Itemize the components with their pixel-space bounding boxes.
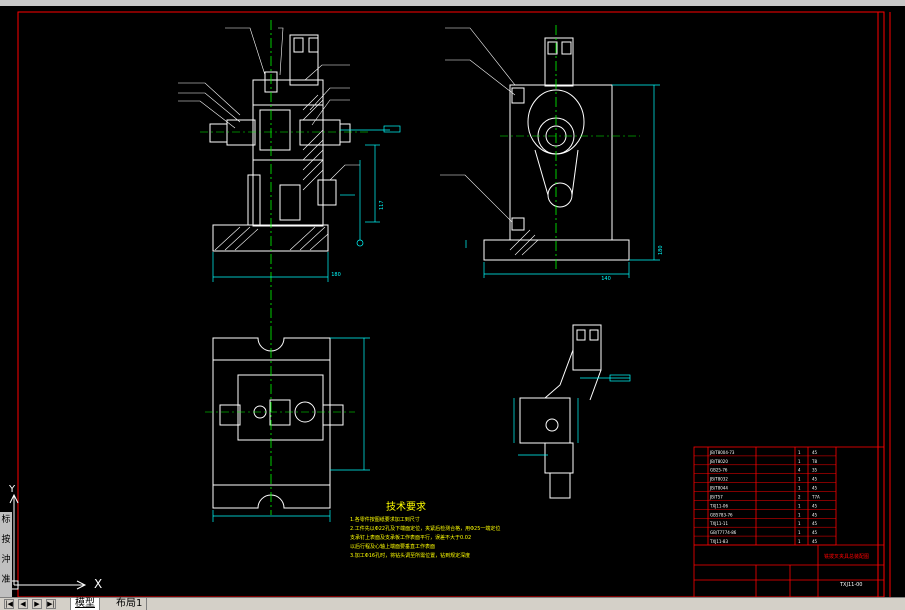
left-tool-3[interactable]: 沖	[1, 554, 11, 566]
drawing-code: TXJ11-00	[839, 582, 862, 588]
title-block-cell: 1	[798, 530, 801, 535]
title-block-cell: T7A	[811, 494, 820, 499]
dim-side-width: 140	[601, 276, 611, 282]
title-block-cell: TXJ11-83	[709, 539, 728, 544]
title-block-cell: 1	[798, 512, 801, 517]
tech-line-4: 以后行程及心轴上端面要垂直工作表面	[350, 543, 435, 550]
ucs-icon	[9, 493, 87, 590]
tech-line-3: 支承钉上表面及支承板工作表面平行，误差不大于0.02	[350, 534, 471, 541]
side-view	[483, 37, 630, 261]
layout-tab-bar: |◀ ◀ ▶ ▶| 模型 布局1	[0, 597, 905, 610]
title-block-cell: 45	[812, 539, 818, 544]
side-dimensions	[465, 84, 660, 278]
title-block-cell: 4	[798, 468, 801, 473]
title-block-cell: 1	[798, 539, 801, 544]
dim-front-width: 180	[331, 272, 341, 278]
nav-first-button[interactable]: |◀	[4, 599, 14, 609]
nav-prev-button[interactable]: ◀	[18, 599, 28, 609]
title-block-cell: 45	[812, 450, 818, 455]
title-block-cell: GB/T7774-86	[710, 530, 737, 535]
front-view	[209, 34, 351, 252]
title-block-cell: GB5783-76	[710, 512, 733, 517]
ucs-y-label: Y	[8, 484, 16, 495]
drawing-title: 铣拨叉夹具总装配图	[824, 553, 869, 560]
front-leaders	[178, 27, 360, 181]
nav-last-button[interactable]: ▶|	[46, 599, 56, 609]
title-block-cell: 45	[812, 530, 818, 535]
tech-line-1: 1.各零件按图纸要求加工到尺寸	[350, 516, 420, 523]
tech-line-2: 2.工件先以Φ22孔及下端面定位，夹紧后检测合格，用Φ25一端定位	[350, 525, 500, 532]
title-block-cell: 45	[812, 486, 818, 491]
title-block-cell: TXJ11-11	[709, 521, 728, 526]
title-block-cell: 45	[812, 503, 818, 508]
ucs-x-label: X	[94, 577, 102, 591]
tech-requirements-heading: 技术要求	[386, 500, 426, 513]
title-block-cell: 2	[798, 494, 801, 499]
left-tool-1[interactable]: 标	[1, 514, 11, 526]
left-toolbar: 标 按 沖 准	[0, 512, 12, 597]
tab-layout1[interactable]: 布局1	[112, 598, 148, 610]
title-block-cell: 1	[798, 521, 801, 526]
part-detail-view	[519, 324, 602, 499]
title-block-cell: T8	[811, 459, 817, 464]
title-block-cell: 45	[812, 521, 818, 526]
title-block-cell: 1	[798, 450, 801, 455]
title-block-cell: JB/T8032	[709, 477, 728, 482]
title-block-cell: 1	[798, 459, 801, 464]
dim-side-height: 180	[658, 245, 664, 255]
tab-model[interactable]: 模型	[70, 598, 100, 610]
title-block-cell: JB/T8044	[709, 486, 728, 491]
tech-line-5: 3.加工Φ16孔时，将钻头调至所需位置，钻到规定深度	[350, 552, 470, 559]
title-block-cell: 1	[798, 486, 801, 491]
title-block-cell: JB/T8020	[709, 459, 728, 464]
left-tool-2[interactable]: 按	[1, 534, 11, 546]
title-block-cell: GB25-76	[710, 468, 728, 473]
drawing-canvas[interactable]: 180 117 140 180 技术要求 1.各零件按图纸要求加工到尺寸 2.工…	[0, 0, 905, 597]
left-tool-4[interactable]: 准	[1, 574, 11, 586]
title-block-cell: 1	[798, 503, 801, 508]
top-view	[212, 337, 344, 509]
title-block-cell: JB/T57	[709, 494, 723, 499]
nav-next-button[interactable]: ▶	[32, 599, 42, 609]
title-block-cell: 1	[798, 477, 801, 482]
title-block-cell: 45	[812, 477, 818, 482]
tech-requirements-lines: 1.各零件按图纸要求加工到尺寸 2.工件先以Φ22孔及下端面定位，夹紧后检测合格…	[350, 516, 500, 559]
dim-front-height: 117	[379, 200, 385, 210]
title-block-cell: 45	[812, 512, 818, 517]
title-block-cell: 35	[812, 468, 818, 473]
title-block-cell: JB/T8004-73	[709, 450, 735, 455]
front-hatch	[214, 94, 329, 251]
title-block-cell: TXJ11-06	[709, 503, 728, 508]
side-leaders	[440, 27, 516, 223]
top-dimensions	[212, 337, 370, 522]
title-block-rows: JB/T8004-73 1 45 JB/T8020 1 T8 GB25-76 4 35 JB/T8…	[709, 450, 820, 544]
side-hatch	[509, 229, 539, 256]
front-dimensions	[212, 125, 401, 282]
